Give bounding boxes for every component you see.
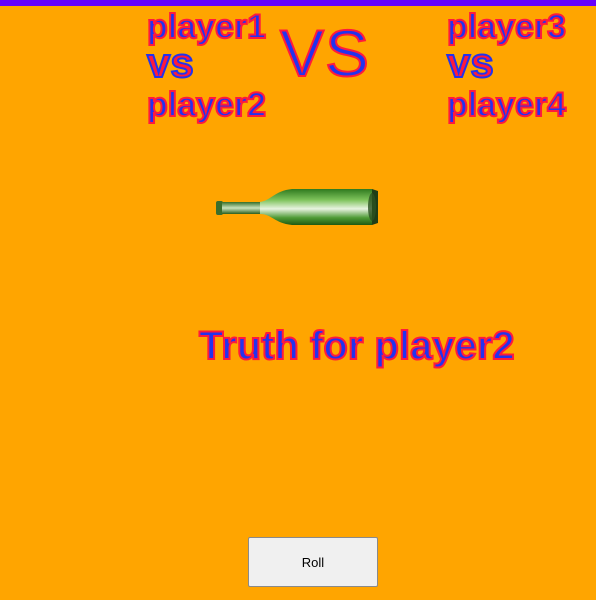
roll-button[interactable]: Roll [248, 537, 378, 587]
player2-label: player2 [146, 86, 267, 124]
result-text: Truth for player2 [198, 324, 516, 368]
vs-right-label: vs [446, 39, 495, 86]
vs-left-label: vs [146, 39, 195, 86]
bottle-icon [216, 189, 378, 225]
center-vs-label: VS [279, 16, 371, 90]
top-bar [0, 0, 596, 6]
player4-label: player4 [446, 86, 567, 124]
